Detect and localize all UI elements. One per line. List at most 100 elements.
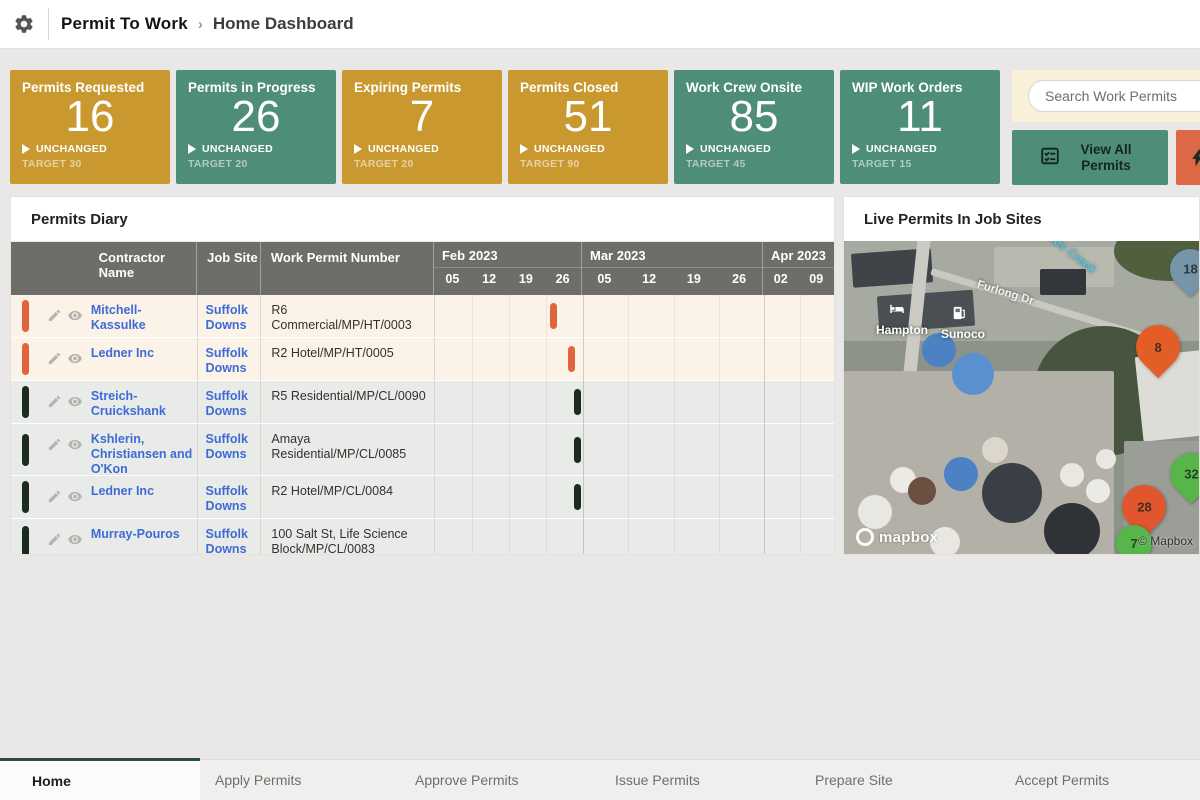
search-panel [1012, 70, 1200, 122]
trend-arrow-icon [686, 144, 694, 154]
contractor-link[interactable]: Kshlerin, Christiansen and O'Kon [89, 424, 197, 475]
contractor-link[interactable]: Murray-Pouros [89, 519, 197, 555]
month-apr-2023: Apr 2023 02 09 [762, 242, 834, 295]
job-site-link[interactable]: Suffolk Downs [197, 424, 261, 475]
job-site-link[interactable]: Suffolk Downs [197, 476, 261, 518]
kpi-trend: UNCHANGED [36, 143, 107, 155]
live-permits-title: Live Permits In Job Sites [844, 197, 1199, 242]
breadcrumb: Permit To Work › Home Dashboard [49, 14, 354, 34]
edit-pencil-icon[interactable] [47, 308, 62, 323]
gas-pump-icon [952, 305, 966, 321]
header-actions-spacer [11, 242, 89, 295]
tab-home[interactable]: Home [0, 758, 200, 800]
kpi-trend: UNCHANGED [368, 143, 439, 155]
kpi-permits-in-progress[interactable]: Permits in Progress 26 UNCHANGED TARGET … [176, 70, 336, 184]
table-row[interactable]: Kshlerin, Christiansen and O'Kon Suffolk… [11, 424, 834, 476]
settings-gear-icon[interactable] [0, 13, 48, 35]
job-site-link[interactable]: Suffolk Downs [197, 381, 261, 423]
permit-to-work-app: Permit To Work › Home Dashboard Permits … [0, 0, 1200, 800]
kpi-value: 85 [686, 93, 822, 141]
kpi-permits-requested[interactable]: Permits Requested 16 UNCHANGED TARGET 30 [10, 70, 170, 184]
week-tick: 26 [716, 268, 762, 286]
edit-pencil-icon[interactable] [47, 489, 62, 504]
quick-action-button-cut[interactable] [1176, 130, 1200, 185]
kpi-trend: UNCHANGED [534, 143, 605, 155]
contractor-link[interactable]: Ledner Inc [89, 476, 197, 518]
search-input[interactable] [1028, 80, 1200, 112]
week-tick: 12 [471, 268, 508, 286]
week-tick: 05 [582, 268, 627, 286]
map-attribution[interactable]: © Mapbox [1138, 534, 1193, 548]
map-tank-blue [944, 457, 978, 491]
job-site-link[interactable]: Suffolk Downs [197, 338, 261, 380]
kpi-target: TARGET 20 [354, 158, 490, 170]
edit-pencil-icon[interactable] [47, 394, 62, 409]
table-row[interactable]: Murray-Pouros Suffolk Downs 100 Salt St,… [11, 519, 834, 555]
mapbox-logo-icon [856, 528, 874, 546]
diary-table-header: Contractor Name Job Site Work Permit Num… [11, 242, 834, 295]
work-permit-number: R2 Hotel/MP/CL/0084 [260, 476, 434, 518]
work-permit-number: R5 Residential/MP/CL/0090 [260, 381, 434, 423]
map-tank-white [1096, 449, 1116, 469]
week-tick: 19 [671, 268, 716, 286]
status-indicator [22, 343, 29, 375]
week-tick: 12 [627, 268, 672, 286]
tab-prepare-site[interactable]: Prepare Site [800, 760, 1000, 800]
tab-issue-permits[interactable]: Issue Permits [600, 760, 800, 800]
table-row[interactable]: Ledner Inc Suffolk Downs R2 Hotel/MP/CL/… [11, 476, 834, 519]
kpi-wip-work-orders[interactable]: WIP Work Orders 11 UNCHANGED TARGET 15 [840, 70, 1000, 184]
view-eye-icon[interactable] [67, 308, 83, 323]
work-permit-number: 100 Salt St, Life Science Block/MP/CL/00… [260, 519, 434, 555]
breadcrumb-separator-icon: › [198, 16, 203, 33]
mapbox-logo[interactable]: mapbox [856, 528, 938, 546]
map-label-gas: Sunoco [941, 327, 985, 341]
contractor-link[interactable]: Mitchell-Kassulke [89, 295, 197, 337]
month-feb-2023: Feb 2023 05 12 19 26 [433, 242, 581, 295]
edit-pencil-icon[interactable] [47, 351, 62, 366]
kpi-expiring-permits[interactable]: Expiring Permits 7 UNCHANGED TARGET 20 [342, 70, 502, 184]
kpi-trend: UNCHANGED [866, 143, 937, 155]
kpi-permits-closed[interactable]: Permits Closed 51 UNCHANGED TARGET 90 [508, 70, 668, 184]
header-contractor-name: Contractor Name [89, 242, 196, 295]
trend-arrow-icon [188, 144, 196, 154]
view-eye-icon[interactable] [67, 351, 83, 366]
trend-arrow-icon [852, 144, 860, 154]
status-indicator [22, 481, 29, 513]
gantt-timeline-header: Feb 2023 05 12 19 26 Mar 2023 05 12 19 2… [433, 242, 834, 295]
view-eye-icon[interactable] [67, 532, 83, 547]
hotel-bed-icon [888, 303, 906, 317]
contractor-link[interactable]: Streich-Cruickshank [89, 381, 197, 423]
view-all-permits-button[interactable]: View All Permits [1012, 130, 1168, 185]
tab-apply-permits[interactable]: Apply Permits [200, 760, 400, 800]
gantt-row [434, 476, 834, 518]
table-row[interactable]: Streich-Cruickshank Suffolk Downs R5 Res… [11, 381, 834, 424]
map-tank-white [1086, 479, 1110, 503]
gantt-row [434, 338, 834, 380]
job-site-link[interactable]: Suffolk Downs [197, 295, 261, 337]
status-indicator [22, 386, 29, 418]
view-eye-icon[interactable] [67, 437, 83, 452]
app-title[interactable]: Permit To Work [61, 14, 188, 34]
contractor-link[interactable]: Ledner Inc [89, 338, 197, 380]
kpi-trend: UNCHANGED [202, 143, 273, 155]
table-row[interactable]: Ledner Inc Suffolk Downs R2 Hotel/MP/HT/… [11, 338, 834, 381]
month-mar-2023: Mar 2023 05 12 19 26 [581, 242, 762, 295]
table-row[interactable]: Mitchell-Kassulke Suffolk Downs R6 Comme… [11, 295, 834, 338]
work-permit-number: R6 Commercial/MP/HT/0003 [260, 295, 434, 337]
map-canvas[interactable]: Hampton Sunoco Furlong Dr Sales Creek 18… [844, 241, 1200, 555]
map-tank-white [1060, 463, 1084, 487]
map-building [1040, 269, 1086, 295]
work-permit-number: Amaya Residential/MP/CL/0085 [260, 424, 434, 475]
job-site-link[interactable]: Suffolk Downs [197, 519, 261, 555]
tab-approve-permits[interactable]: Approve Permits [400, 760, 600, 800]
live-permits-panel: Live Permits In Job Sites [843, 196, 1200, 555]
view-all-permits-label: View All Permits [1071, 142, 1141, 174]
header-job-site: Job Site [196, 242, 260, 295]
kpi-work-crew-onsite[interactable]: Work Crew Onsite 85 UNCHANGED TARGET 45 [674, 70, 834, 184]
edit-pencil-icon[interactable] [47, 532, 62, 547]
view-eye-icon[interactable] [67, 394, 83, 409]
tab-accept-permits[interactable]: Accept Permits [1000, 760, 1200, 800]
view-eye-icon[interactable] [67, 489, 83, 504]
edit-pencil-icon[interactable] [47, 437, 62, 452]
top-header: Permit To Work › Home Dashboard [0, 0, 1200, 49]
